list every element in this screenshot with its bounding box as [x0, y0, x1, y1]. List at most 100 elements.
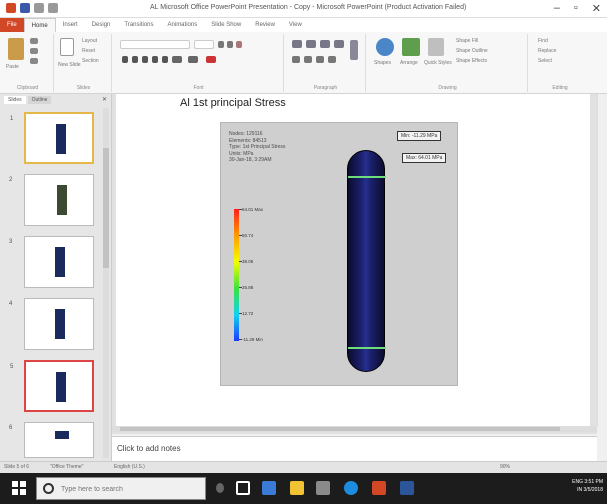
slide-thumbnail-3[interactable]: 3 [9, 236, 94, 288]
file-explorer-icon[interactable] [290, 481, 304, 495]
undo-icon[interactable] [34, 3, 44, 13]
tab-view[interactable]: View [282, 18, 309, 32]
quick-styles-label: Quick Styles [424, 60, 452, 66]
tray-date[interactable]: 3/5/2018 [584, 487, 603, 493]
group-slides: New Slide Layout Reset Section Slides [56, 34, 112, 92]
color-legend-bar [234, 209, 239, 341]
stress-result-image[interactable]: Nodes: 129116 Elements: 84513 Type: 1st … [220, 122, 458, 386]
tab-slides-pane[interactable]: Slides [4, 96, 26, 104]
info-type: Type: 1st Principal Stress [229, 144, 286, 150]
powerpoint-taskbar-icon[interactable] [372, 481, 386, 495]
font-size-box[interactable] [194, 40, 214, 49]
find-button[interactable]: Find [538, 38, 548, 44]
shapes-icon[interactable] [376, 38, 394, 56]
shape-outline-button[interactable]: Shape Outline [456, 48, 488, 54]
format-painter-icon[interactable] [30, 58, 38, 64]
reset-button[interactable]: Reset [82, 48, 95, 54]
clear-format-icon[interactable] [236, 41, 242, 48]
shape-fill-button[interactable]: Shape Fill [456, 38, 478, 44]
slide-title[interactable]: Al 1st principal Stress [180, 97, 286, 109]
close-button[interactable]: ✕ [592, 2, 601, 15]
strikethrough-icon[interactable] [152, 56, 158, 63]
align-left-icon[interactable] [292, 56, 300, 63]
tab-design[interactable]: Design [85, 18, 118, 32]
shadow-icon[interactable] [162, 56, 168, 63]
maximize-button[interactable]: ▫ [574, 2, 578, 15]
tab-animations[interactable]: Animations [161, 18, 205, 32]
slide-thumbnail-1[interactable]: 1 [10, 112, 94, 164]
tray-time[interactable]: 3:51 PM [584, 479, 603, 485]
increase-indent-icon[interactable] [334, 40, 344, 48]
new-slide-label: New Slide [58, 62, 81, 68]
slide-thumbnail-5[interactable]: 5 [10, 360, 94, 412]
section-button[interactable]: Section [82, 58, 99, 64]
tab-file[interactable]: File [0, 18, 24, 32]
decrease-indent-icon[interactable] [320, 40, 330, 48]
editor-horizontal-scrollbar[interactable] [112, 426, 597, 432]
tab-outline-pane[interactable]: Outline [27, 96, 52, 104]
taskbar-app-icon[interactable] [262, 481, 276, 495]
slide-thumbnail-4[interactable]: 4 [9, 298, 94, 350]
bold-icon[interactable] [122, 56, 128, 63]
font-color-icon[interactable] [206, 56, 216, 63]
tab-insert[interactable]: Insert [56, 18, 85, 32]
paste-icon[interactable] [8, 38, 24, 60]
thumbnail-number: 5 [10, 364, 14, 370]
thumbnail-number: 1 [10, 116, 14, 122]
word-taskbar-icon[interactable] [400, 481, 414, 495]
minimize-button[interactable]: – [554, 2, 560, 15]
bullets-icon[interactable] [292, 40, 302, 48]
windows-start-icon[interactable] [12, 481, 26, 495]
tab-review[interactable]: Review [248, 18, 282, 32]
group-label-paragraph: Paragraph [313, 85, 338, 91]
underline-icon[interactable] [142, 56, 148, 63]
align-right-icon[interactable] [316, 56, 324, 63]
tray-language-region[interactable]: IN [577, 487, 582, 493]
zoom-level[interactable]: 90% [500, 464, 510, 470]
save-icon[interactable] [20, 3, 30, 13]
cut-icon[interactable] [30, 38, 38, 44]
quick-styles-icon[interactable] [428, 38, 444, 56]
close-pane-icon[interactable]: ✕ [102, 96, 107, 104]
legend-label-min: -11.29 Min [242, 337, 263, 342]
store-icon[interactable] [316, 481, 330, 495]
notes-pane[interactable]: Click to add notes [112, 436, 597, 461]
tray-language[interactable]: ENG [572, 479, 583, 485]
shrink-font-icon[interactable] [227, 41, 233, 48]
shape-effects-button[interactable]: Shape Effects [456, 58, 487, 64]
change-case-icon[interactable] [188, 56, 198, 63]
tab-slide-show[interactable]: Slide Show [204, 18, 248, 32]
select-button[interactable]: Select [538, 58, 552, 64]
tab-home[interactable]: Home [23, 18, 56, 32]
new-slide-icon[interactable] [60, 38, 74, 56]
status-language[interactable]: English (U.S.) [114, 464, 145, 470]
paste-label: Paste [6, 64, 19, 70]
shapes-label: Shapes [374, 60, 391, 66]
justify-icon[interactable] [328, 56, 336, 63]
tab-transitions[interactable]: Transitions [117, 18, 160, 32]
redo-icon[interactable] [48, 3, 58, 13]
slide-thumbnail-6[interactable]: 6 [9, 422, 94, 458]
align-center-icon[interactable] [304, 56, 312, 63]
group-drawing: Shapes Arrange Quick Styles Shape Fill S… [368, 34, 528, 92]
replace-button[interactable]: Replace [538, 48, 556, 54]
numbering-icon[interactable] [306, 40, 316, 48]
font-name-box[interactable] [120, 40, 190, 49]
slide-thumbnail-2[interactable]: 2 [9, 174, 94, 226]
slide-canvas[interactable]: Al 1st principal Stress Nodes: 129116 El… [116, 94, 590, 430]
arrange-icon[interactable] [402, 38, 420, 56]
edge-icon[interactable] [344, 481, 358, 495]
taskbar-search-box[interactable] [36, 477, 206, 500]
taskbar-search-input[interactable] [61, 483, 201, 495]
char-spacing-icon[interactable] [172, 56, 182, 63]
task-view-icon[interactable] [236, 481, 250, 495]
text-direction-icon[interactable] [350, 40, 358, 60]
layout-button[interactable]: Layout [82, 38, 97, 44]
editor-vertical-scrollbar[interactable] [597, 94, 605, 426]
slides-pane-scrollbar[interactable] [103, 108, 109, 458]
microphone-icon[interactable] [216, 483, 224, 493]
group-paragraph: Paragraph [286, 34, 366, 92]
italic-icon[interactable] [132, 56, 138, 63]
grow-font-icon[interactable] [218, 41, 224, 48]
copy-icon[interactable] [30, 48, 38, 54]
